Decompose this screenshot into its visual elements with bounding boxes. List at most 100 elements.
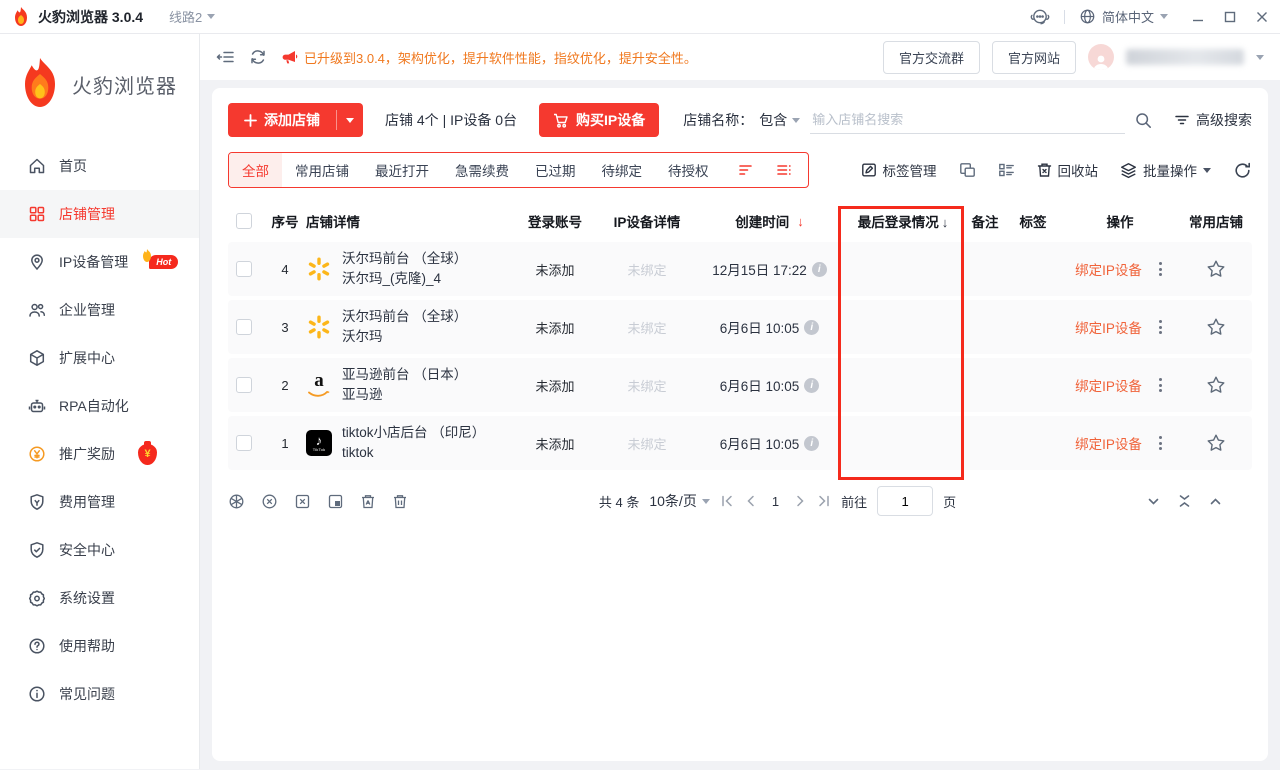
tag-manage-button[interactable]: 标签管理 — [861, 160, 937, 180]
chevron-up-icon[interactable] — [1209, 495, 1222, 508]
list-detail-icon[interactable] — [776, 163, 792, 177]
shop-name: 沃尔玛前台 （全球） — [342, 309, 467, 324]
add-shop-dropdown[interactable] — [337, 103, 363, 137]
shop-name: 亚马逊前台 （日本） — [342, 367, 467, 382]
next-page-icon[interactable] — [793, 494, 807, 508]
select-all-checkbox[interactable] — [236, 213, 252, 229]
shutter-icon[interactable] — [228, 493, 245, 510]
more-actions-icon[interactable] — [1156, 259, 1165, 279]
favorite-star-icon[interactable] — [1206, 433, 1226, 453]
tab-unauthorized[interactable]: 待授权 — [655, 153, 722, 187]
row-checkbox[interactable] — [236, 435, 252, 451]
sidebar-item-security[interactable]: 安全中心 — [0, 526, 199, 574]
app-title: 火豹浏览器 3.0.4 — [38, 7, 143, 27]
bind-ip-link[interactable]: 绑定IP设备 — [1075, 259, 1142, 279]
col-header-no: 序号 — [264, 211, 306, 231]
favorite-star-icon[interactable] — [1206, 259, 1226, 279]
list-view-icon[interactable] — [998, 162, 1015, 178]
current-page[interactable]: 1 — [768, 494, 783, 509]
search-icon[interactable] — [1135, 112, 1152, 129]
info-icon[interactable]: i — [804, 378, 819, 393]
sidebar-item-home[interactable]: 首页 — [0, 142, 199, 190]
info-icon[interactable]: i — [804, 436, 819, 451]
trash-icon[interactable] — [392, 493, 408, 510]
col-header-last-login[interactable]: 最后登录情况↓ — [842, 211, 964, 231]
chevron-down-icon — [1160, 14, 1168, 19]
close-button[interactable] — [1256, 11, 1268, 23]
sidebar-item-rpa[interactable]: RPA自动化 — [0, 382, 199, 430]
prev-page-icon[interactable] — [744, 494, 758, 508]
bind-ip-link[interactable]: 绑定IP设备 — [1075, 317, 1142, 337]
row-checkbox[interactable] — [236, 319, 252, 335]
tab-unbound[interactable]: 待绑定 — [589, 153, 656, 187]
per-page-select[interactable]: 10条/页 — [649, 491, 709, 511]
maximize-button[interactable] — [1224, 11, 1236, 23]
official-website-button[interactable]: 官方网站 — [992, 41, 1076, 74]
minimize-button[interactable] — [1192, 11, 1204, 23]
sidebar-item-settings[interactable]: 系统设置 — [0, 574, 199, 622]
tab-all[interactable]: 全部 — [229, 153, 282, 187]
username-blurred[interactable] — [1126, 49, 1244, 65]
more-actions-icon[interactable] — [1156, 317, 1165, 337]
reload-table-icon[interactable] — [1233, 161, 1252, 180]
bind-ip-link[interactable]: 绑定IP设备 — [1075, 433, 1142, 453]
language-selector[interactable]: 简体中文 — [1079, 7, 1168, 26]
sidebar-item-shop-manage[interactable]: 店铺管理 — [0, 190, 199, 238]
chevron-down-icon[interactable] — [1256, 55, 1264, 60]
search-mode-select[interactable]: 包含 — [759, 110, 800, 130]
row-checkbox[interactable] — [236, 261, 252, 277]
avatar[interactable] — [1088, 44, 1114, 70]
image-icon[interactable] — [327, 493, 344, 510]
buy-ip-button[interactable]: 购买IP设备 — [539, 103, 659, 137]
row-checkbox[interactable] — [236, 377, 252, 393]
advanced-search-button[interactable]: 高级搜索 — [1174, 110, 1252, 130]
tab-expired[interactable]: 已过期 — [522, 153, 589, 187]
col-header-tag: 标签 — [1006, 211, 1060, 231]
official-group-button[interactable]: 官方交流群 — [883, 41, 980, 74]
sidebar-item-enterprise[interactable]: 企业管理 — [0, 286, 199, 334]
page-unit-label: 页 — [943, 492, 956, 511]
first-page-icon[interactable] — [720, 494, 734, 508]
col-header-created[interactable]: 创建时间↓ — [697, 211, 842, 231]
support-chat-icon[interactable] — [1030, 8, 1050, 26]
sidebar-item-ip-device[interactable]: IP设备管理 Hot — [0, 238, 199, 286]
recycle-bin-button[interactable]: 回收站 — [1037, 160, 1099, 180]
tab-recently-opened[interactable]: 最近打开 — [362, 153, 442, 187]
shop-name: 沃尔玛前台 （全球） — [342, 251, 467, 266]
last-page-icon[interactable] — [817, 494, 831, 508]
chevron-down-icon[interactable] — [1147, 495, 1160, 508]
more-actions-icon[interactable] — [1156, 375, 1165, 395]
tab-favorite-shops[interactable]: 常用店铺 — [282, 153, 362, 187]
sidebar-item-fee-manage[interactable]: 费用管理 — [0, 478, 199, 526]
tab-renewal-urgent[interactable]: 急需续费 — [442, 153, 522, 187]
square-x-icon[interactable] — [294, 493, 311, 510]
favorite-star-icon[interactable] — [1206, 317, 1226, 337]
sidebar-item-faq[interactable]: 常见问题 — [0, 670, 199, 718]
info-icon[interactable]: i — [812, 262, 827, 277]
collapse-vertical-icon[interactable] — [1178, 494, 1191, 508]
more-actions-icon[interactable] — [1156, 433, 1165, 453]
chevron-down-icon — [702, 499, 710, 504]
bind-ip-link[interactable]: 绑定IP设备 — [1075, 375, 1142, 395]
trash-a-icon[interactable] — [360, 493, 376, 510]
sidebar-item-help[interactable]: 使用帮助 — [0, 622, 199, 670]
sidebar-item-promo-reward[interactable]: 推广奖励 ¥ — [0, 430, 199, 478]
add-shop-button[interactable]: 添加店铺 — [228, 103, 363, 137]
sidebar-item-extension[interactable]: 扩展中心 — [0, 334, 199, 382]
favorite-star-icon[interactable] — [1206, 375, 1226, 395]
card-view-icon[interactable] — [959, 162, 976, 178]
shop-table: 序号 店铺详情 登录账号 IP设备详情 创建时间↓ 最后登录情况↓ 备注 标签 … — [228, 200, 1252, 470]
refresh-icon[interactable] — [249, 48, 267, 66]
shop-search-input[interactable] — [810, 106, 1125, 134]
col-header-operation: 操作 — [1060, 211, 1180, 231]
goto-page-input[interactable] — [877, 486, 933, 516]
circle-x-icon[interactable] — [261, 493, 278, 510]
sort-desc-icon[interactable] — [738, 163, 754, 177]
batch-operation-button[interactable]: 批量操作 — [1120, 160, 1211, 180]
brand: 火豹浏览器 — [0, 50, 199, 118]
line-selector[interactable]: 线路2 — [169, 7, 215, 26]
ip-device-status: 未绑定 — [597, 260, 697, 279]
info-icon[interactable]: i — [804, 320, 819, 335]
collapse-sidebar-icon[interactable] — [216, 48, 235, 66]
created-time: 6月6日 10:05 — [720, 375, 800, 395]
